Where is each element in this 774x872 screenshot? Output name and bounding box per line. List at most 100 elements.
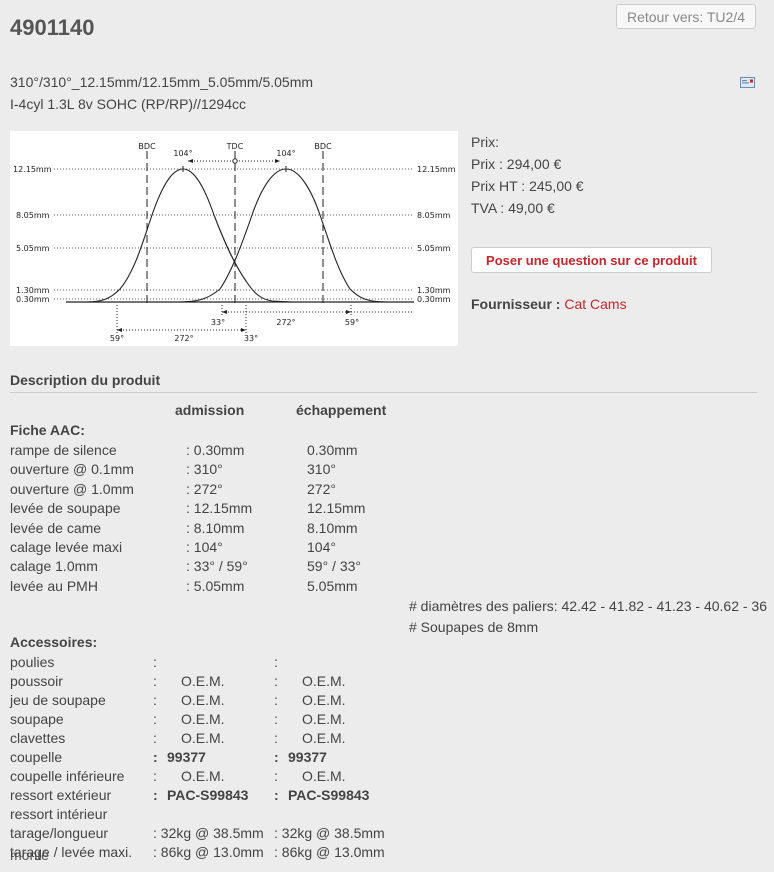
email-icon[interactable] [740, 77, 755, 88]
spec-row-exhaust: 104° [307, 539, 336, 555]
accessory-label: poulies [10, 654, 55, 670]
diagram-level-left-2: 5.05mm [16, 244, 50, 253]
spec-row-label: ouverture @ 0.1mm [10, 461, 134, 478]
diagram-level-left-1: 8.05mm [16, 211, 50, 220]
spec-summary-line2: I-4cyl 1.3L 8v SOHC (RP/RP)//1294cc [10, 96, 247, 112]
spec-row-admission: : 12.15mm [186, 500, 253, 517]
col-header-admission: admission [175, 402, 245, 418]
diagram-label-bdc-right: BDC [314, 142, 332, 151]
accessory-colon: : [153, 654, 157, 670]
back-button[interactable]: Retour vers: TU2/4 [616, 4, 756, 29]
diagram-bottom-lower-0: 59° [110, 334, 124, 343]
accessories-title: Accessoires: [10, 634, 98, 650]
spec-row-label: calage 1.0mm [10, 558, 98, 575]
spec-row-admission: : 0.30mm [186, 442, 245, 458]
spec-row-exhaust: 310° [307, 461, 336, 478]
accessory-exhaust: O.E.M. [302, 673, 346, 689]
diagram-peak-angle-left: 104° [173, 149, 192, 158]
accessory-label: ressort intérieur [10, 806, 108, 822]
accessory-exhaust: O.E.M. [302, 711, 346, 727]
diagram-bottom-lower-2: 33° [244, 334, 258, 343]
spec-row-exhaust: 0.30mm [307, 442, 358, 458]
spec-row-admission: : 104° [186, 539, 223, 555]
note-valves: # Soupapes de 8mm [409, 619, 539, 635]
diagram-level-left-3: 1.30mm [16, 286, 50, 295]
accessory-colon: : [274, 749, 279, 765]
spec-row-exhaust: 59° / 33° [307, 558, 362, 575]
diagram-level-right-1: 8.05mm [417, 211, 451, 220]
accessory-label: soupape [10, 711, 64, 727]
accessory-admission: O.E.M. [181, 692, 225, 708]
accessory-admission: 99377 [167, 749, 206, 765]
tarage-lift-exhaust: : 86kg @ 13.0mm [274, 844, 385, 860]
accessory-admission: O.E.M. [181, 673, 225, 689]
accessory-colon: : [153, 768, 157, 784]
spec-row-admission: : 8.10mm [186, 519, 245, 536]
accessory-colon: : [153, 673, 157, 689]
price-ttc: Prix : 294,00 € [471, 156, 562, 172]
price-ht: Prix HT : 245,00 € [471, 178, 584, 194]
accessory-colon: : [274, 692, 278, 708]
diagram-bottom-upper-1: 272° [276, 318, 295, 327]
spec-row-exhaust: 8.10mm [307, 519, 358, 536]
tarage-length-admission: : 32kg @ 38.5mm [153, 825, 264, 841]
price-tva: TVA : 49,00 € [471, 200, 555, 216]
accessory-colon: : [274, 654, 278, 670]
diagram-level-left-4: 0.30mm [16, 295, 50, 304]
cam-timing-diagram: BDC TDC BDC 104° 104° 33° 272° 59° 59° 2… [10, 131, 458, 346]
accessory-colon: : [274, 673, 278, 689]
accessory-colon: : [153, 730, 157, 746]
spec-row-exhaust: 272° [307, 480, 336, 497]
accessory-colon: : [274, 768, 278, 784]
accessory-colon: : [274, 787, 279, 803]
spec-row-label: levée de soupape [10, 500, 121, 517]
fiche-title: Fiche AAC: [10, 422, 85, 438]
accessory-label: poussoir [10, 673, 63, 689]
spec-row-admission: : 33° / 59° [186, 558, 248, 575]
accessory-exhaust: PAC-S99843 [288, 787, 370, 803]
description-divider [10, 392, 757, 393]
spec-row-label: levée au PMH [10, 577, 98, 594]
diagram-bottom-lower-1: 272° [174, 334, 193, 343]
accessory-colon: : [153, 692, 157, 708]
accessory-label: coupelle inférieure [10, 768, 125, 784]
accessory-exhaust: O.E.M. [302, 692, 346, 708]
accessory-label: jeu de soupape [10, 692, 106, 708]
accessory-admission: PAC-S99843 [167, 787, 249, 803]
spec-row-label: ouverture @ 1.0mm [10, 480, 134, 497]
spec-row-exhaust: 12.15mm [307, 500, 366, 517]
supplier-label: Fournisseur : [471, 296, 561, 312]
accessory-exhaust: 99377 [288, 749, 327, 765]
accessory-colon: : [153, 787, 158, 803]
diagram-level-right-0: 12.15mm [417, 165, 456, 174]
accessory-admission: O.E.M. [181, 768, 225, 784]
spec-row-label: levée de came [10, 519, 102, 536]
diagram-level-left-0: 12.15mm [13, 165, 52, 174]
supplier-link[interactable]: Cat Cams [564, 296, 626, 312]
ask-question-button[interactable]: Poser une question sur ce produit [471, 247, 712, 273]
spec-row-admission: : 272° [186, 480, 223, 497]
diagram-label-bdc-left: BDC [138, 142, 156, 151]
price-label: Prix: [471, 134, 499, 150]
spec-row-label: rampe de silence [10, 442, 117, 458]
accessory-colon: : [153, 749, 158, 765]
spec-row-exhaust: 5.05mm [307, 577, 358, 594]
spec-row-label: calage levée maxi [10, 539, 123, 555]
tarage-length-exhaust: : 32kg @ 38.5mm [274, 825, 385, 841]
spec-summary-line1: 310°/310°_12.15mm/12.15mm_5.05mm/5.05mm [10, 74, 314, 90]
accessory-admission: O.E.M. [181, 711, 225, 727]
spec-row-admission: : 5.05mm [186, 577, 245, 594]
description-heading: Description du produit [10, 372, 161, 388]
accessory-exhaust: O.E.M. [302, 768, 346, 784]
diagram-level-right-3: 1.30mm [417, 286, 451, 295]
accessory-admission: O.E.M. [181, 730, 225, 746]
supplier-line: Fournisseur : Cat Cams [471, 296, 627, 312]
accessory-colon: : [274, 730, 278, 746]
accessory-label: clavettes [10, 730, 66, 746]
diagram-peak-angle-right: 104° [276, 149, 295, 158]
diagram-label-tdc: TDC [226, 142, 244, 151]
tarage-lift-label: tarage / levée maxi. [10, 844, 133, 860]
accessory-label: ressort extérieur [10, 787, 112, 803]
spec-row-admission: : 310° [186, 461, 223, 478]
accessory-colon: : [153, 711, 157, 727]
